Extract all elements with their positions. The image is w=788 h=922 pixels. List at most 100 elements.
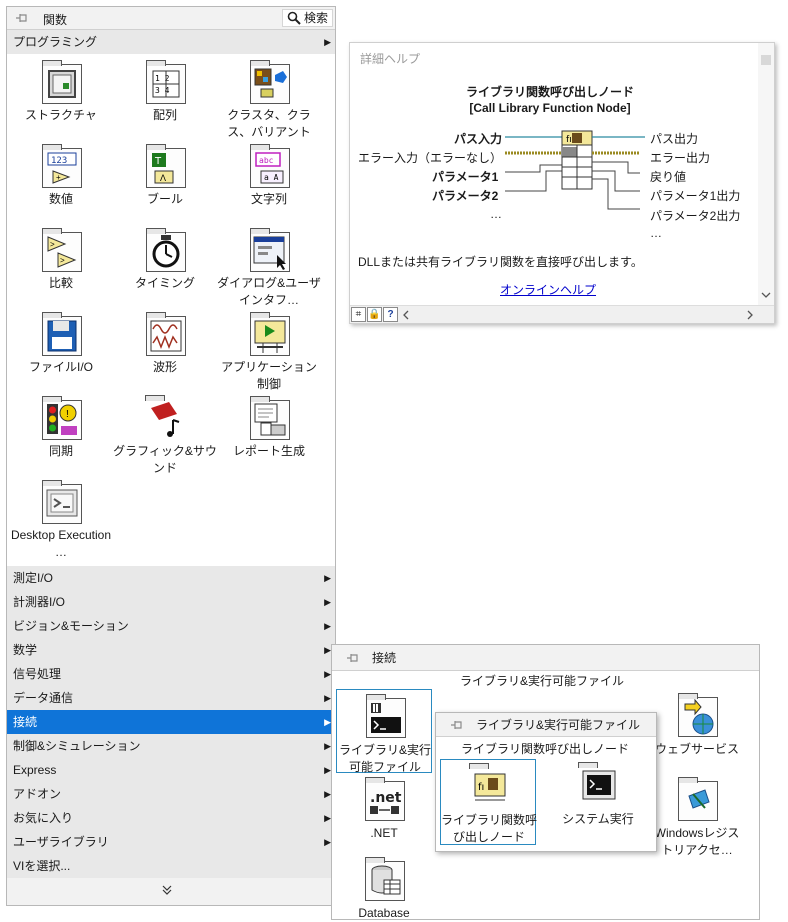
expand-more-icon[interactable] [162, 885, 172, 898]
libraries-header: ライブラリ&実行可能ファイル [436, 713, 656, 737]
scroll-right-icon[interactable] [746, 310, 754, 320]
database-icon [365, 857, 405, 901]
help-toolbar: ⌗ 🔒 ? [350, 305, 774, 323]
category-express[interactable]: Express ▶ [7, 758, 335, 782]
numeric-icon: 123 + [42, 144, 82, 188]
tile-cluster-class-variant[interactable]: クラスタ、クラス、バリアント [217, 54, 321, 139]
tile-file-io[interactable]: ファイルI/O [9, 306, 113, 390]
dialog-icon [250, 228, 290, 272]
tile-web-services[interactable]: ウェブサービス [649, 689, 745, 773]
category-connectivity[interactable]: 接続 ▶ [7, 710, 335, 734]
terminal-param2-out: パラメータ2出力 [650, 209, 741, 223]
category-select-vi[interactable]: VIを選択... [7, 854, 335, 878]
terminal-param1: パラメータ1 [432, 170, 499, 184]
tile-label: ウェブサービス [654, 742, 739, 756]
tile-libraries-executables[interactable]: ライブラリ&実行可能ファイル [336, 689, 432, 774]
tile-dialog-ui[interactable]: ダイアログ&ユーザインタフ… [217, 222, 321, 307]
context-help-window: 詳細ヘルプ ライブラリ関数呼び出しノード [Call Library Funct… [349, 42, 775, 324]
online-help-link[interactable]: オンラインヘルプ [500, 281, 596, 298]
category-control-simulation[interactable]: 制御&シミュレーション ▶ [7, 734, 335, 758]
tile-windows-registry[interactable]: Windowsレジストリアクセ… [649, 773, 745, 857]
tile-label: Desktop Execution … [10, 528, 112, 559]
category-mathematics[interactable]: 数学 ▶ [7, 638, 335, 662]
submenu-arrow-icon: ▶ [324, 693, 331, 703]
category-label: ユーザライブラリ [13, 835, 109, 849]
vertical-scrollbar[interactable] [758, 43, 774, 307]
svg-text:fı: fı [478, 782, 484, 793]
tile-synchronization[interactable]: ! 同期 [9, 390, 113, 474]
stopwatch-icon [146, 228, 186, 272]
pin-icon[interactable] [450, 719, 464, 731]
category-addons[interactable]: アドオン ▶ [7, 782, 335, 806]
category-label: 計測器I/O [13, 595, 66, 609]
submenu-arrow-icon: ▶ [324, 789, 331, 799]
tile-timing[interactable]: タイミング [113, 222, 217, 306]
tile-system-exec[interactable]: システム実行 [550, 759, 646, 829]
svg-text:T: T [154, 156, 162, 167]
scroll-thumb[interactable] [761, 55, 771, 65]
palette-title: 関数 [43, 13, 68, 27]
node-name-ja: ライブラリ関数呼び出しノード [465, 85, 634, 99]
category-measurement-io[interactable]: 測定I/O ▶ [7, 566, 335, 590]
tile-label: ライブラリ関数呼び出しノード [441, 813, 538, 844]
pin-icon[interactable] [346, 652, 360, 664]
tile-label: ストラクチャ [25, 108, 97, 122]
category-instrument-io[interactable]: 計測器I/O ▶ [7, 590, 335, 614]
tile-array[interactable]: 1 23 4 配列 [113, 54, 217, 138]
tile-database[interactable]: Database [336, 853, 432, 920]
tile-structures[interactable]: ストラクチャ [9, 54, 113, 138]
tile-label: ダイアログ&ユーザインタフ… [217, 276, 321, 307]
tile-desktop-execution[interactable]: Desktop Execution … [9, 474, 113, 578]
tile-call-library-function-node[interactable]: fı ライブラリ関数呼び出しノード [440, 759, 538, 845]
hover-caption: ライブラリ関数呼び出しノード [461, 742, 630, 756]
lock-icon[interactable]: 🔒 [367, 307, 382, 322]
tile-report-generation[interactable]: レポート生成 [217, 390, 321, 474]
category-signal-processing[interactable]: 信号処理 ▶ [7, 662, 335, 686]
submenu-arrow-icon: ▶ [324, 645, 331, 655]
tile-label: 同期 [48, 444, 73, 458]
search-button[interactable]: 検索 [281, 9, 333, 27]
svg-text:+: + [56, 173, 61, 182]
tile-dotnet[interactable]: .net .NET [336, 773, 432, 843]
show-optional-terminals-icon[interactable]: ⌗ [351, 307, 366, 322]
terminal-param1-out: パラメータ1出力 [650, 189, 741, 203]
tile-label: Database [358, 906, 410, 920]
submenu-arrow-icon: ▶ [324, 669, 331, 679]
tile-label: タイミング [134, 276, 195, 290]
cluster-icon [250, 60, 290, 104]
tile-numeric[interactable]: 123 + 数値 [9, 138, 113, 222]
tile-label: ライブラリ&実行可能ファイル [338, 743, 431, 774]
svg-text:Λ: Λ [160, 173, 166, 183]
scroll-down-icon[interactable] [761, 291, 771, 299]
structures-icon [42, 60, 82, 104]
submenu-arrow-icon: ▶ [324, 597, 331, 607]
tile-label: 配列 [152, 108, 177, 122]
tile-label: .NET [370, 826, 398, 840]
submenu-arrow-icon: ▶ [324, 37, 331, 47]
search-label: 検索 [303, 11, 328, 25]
help-icon[interactable]: ? [383, 307, 398, 322]
scroll-left-icon[interactable] [402, 310, 410, 320]
svg-text:fı: fı [566, 135, 572, 145]
pin-icon[interactable] [15, 12, 29, 24]
category-vision-motion[interactable]: ビジョン&モーション ▶ [7, 614, 335, 638]
tile-boolean[interactable]: TΛ ブール [113, 138, 217, 222]
svg-text:.net: .net [370, 790, 402, 806]
tile-string[interactable]: abc a A 文字列 [217, 138, 321, 222]
help-description: DLLまたは共有ライブラリ関数を直接呼び出します。 [358, 255, 643, 269]
libraries-palette: ライブラリ&実行可能ファイル ライブラリ関数呼び出しノード fı ライブラリ関数… [435, 712, 657, 852]
submenu-arrow-icon: ▶ [324, 837, 331, 847]
graphics-sound-icon [145, 395, 186, 440]
tile-comparison[interactable]: > > 比較 [9, 222, 113, 306]
tile-application-control[interactable]: アプリケーション制御 [217, 306, 321, 391]
tile-graphics-sound[interactable]: グラフィック&サウンド [113, 390, 217, 475]
tile-label: レポート生成 [232, 444, 305, 458]
terminal-error-out: エラー出力 [650, 151, 711, 165]
category-data-communication[interactable]: データ通信 ▶ [7, 686, 335, 710]
category-programming[interactable]: プログラミング ▶ [7, 30, 335, 54]
tile-waveform[interactable]: 波形 [113, 306, 217, 390]
submenu-arrow-icon: ▶ [324, 741, 331, 751]
svg-text:>: > [50, 240, 55, 249]
category-favorites[interactable]: お気に入り ▶ [7, 806, 335, 830]
category-user-libraries[interactable]: ユーザライブラリ ▶ [7, 830, 335, 854]
